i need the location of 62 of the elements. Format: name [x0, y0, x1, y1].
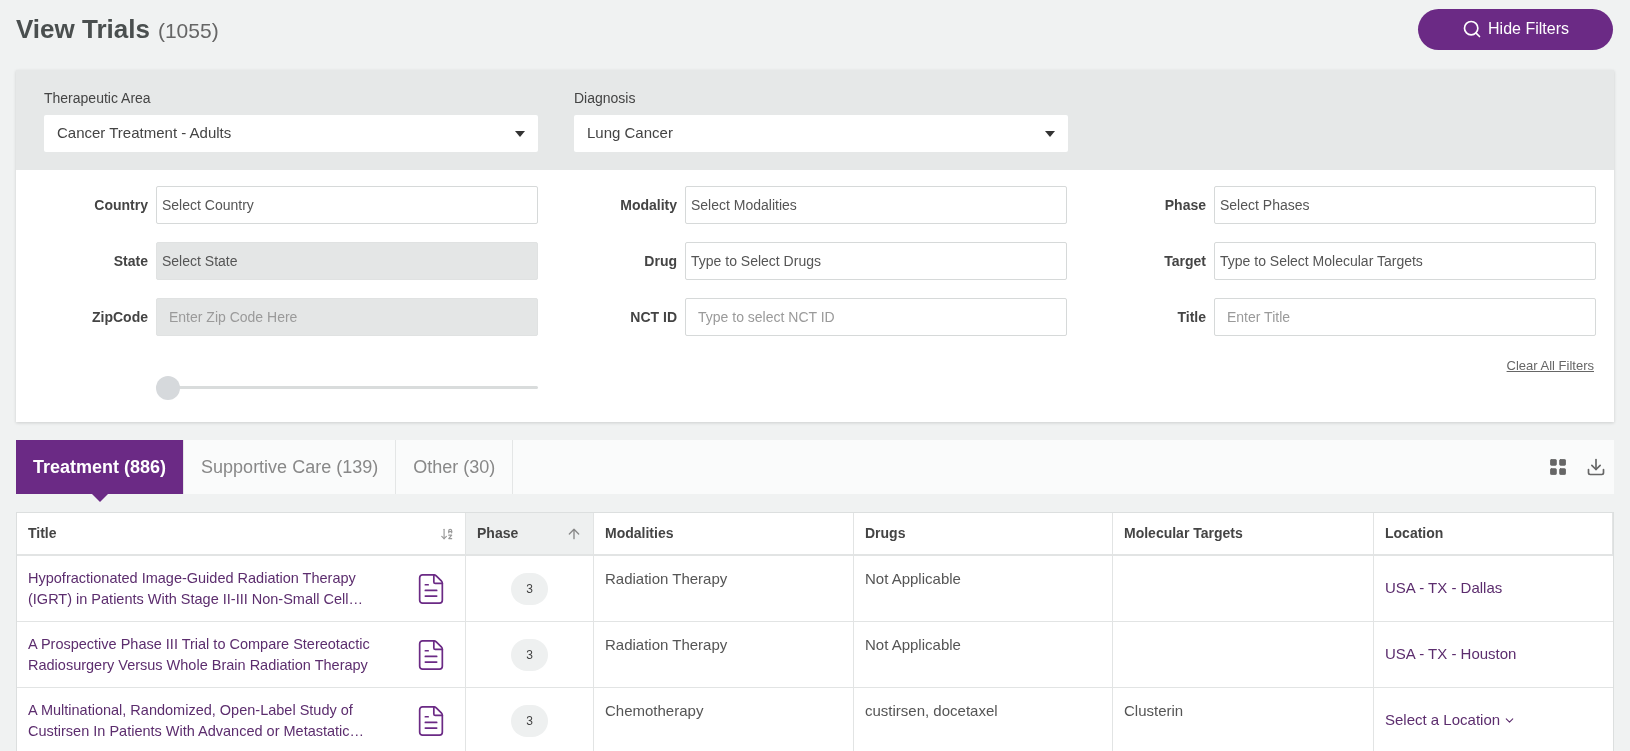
- caret-icon: [515, 130, 525, 137]
- field-label: Modality: [619, 195, 678, 215]
- column-title: Title: [28, 524, 57, 543]
- filter-field[interactable]: Select Phases: [1214, 186, 1596, 224]
- field-label: Title: [1176, 307, 1207, 327]
- field-label: ZipCode: [91, 307, 149, 327]
- filter-field[interactable]: Select Modalities: [685, 186, 1067, 224]
- field-label: Country: [93, 195, 149, 215]
- sort-az-icon[interactable]: [440, 526, 454, 541]
- location-link[interactable]: USA - TX - Dallas: [1385, 577, 1503, 600]
- column-title: Drugs: [865, 524, 906, 543]
- field-label: Drug: [643, 251, 678, 271]
- dropdown-field[interactable]: Cancer Treatment - Adults: [44, 115, 538, 152]
- trial-count: (1055): [157, 17, 219, 44]
- phase-badge: 3: [511, 572, 548, 605]
- search-icon: [1462, 19, 1483, 39]
- dropdown-field[interactable]: Lung Cancer: [574, 115, 1068, 152]
- table-cell: custirsen, docetaxel: [865, 702, 998, 719]
- field-label: State: [112, 251, 149, 271]
- table-cell: Not Applicable: [865, 636, 961, 653]
- column-header[interactable]: Location: [1374, 513, 1613, 554]
- filter-field[interactable]: Enter Title: [1214, 298, 1596, 336]
- location-dropdown[interactable]: Select a Location: [1385, 709, 1517, 732]
- column-header[interactable]: Molecular Targets: [1113, 513, 1374, 554]
- tab[interactable]: Supportive Care (139): [184, 440, 397, 494]
- table-cell: Not Applicable: [865, 570, 961, 587]
- trial-title-link[interactable]: A Multinational, Randomized, Open-Label Study of Custirsen In Patients With Advanced or Metastatic…: [28, 699, 400, 742]
- column-title: Location: [1385, 524, 1444, 543]
- location-link[interactable]: USA - TX - Houston: [1385, 643, 1517, 666]
- column-header[interactable]: Phase: [466, 513, 594, 554]
- grid-view-icon[interactable]: [1548, 457, 1568, 477]
- filter-field[interactable]: Type to Select Molecular Targets: [1214, 242, 1596, 280]
- phase-badge: 3: [511, 704, 548, 737]
- tab[interactable]: Other (30): [396, 440, 514, 494]
- column-title: Molecular Targets: [1124, 524, 1243, 543]
- column-title: Modalities: [605, 524, 674, 543]
- column-header[interactable]: Drugs: [854, 513, 1113, 554]
- filter-label: Therapeutic Area: [44, 89, 152, 108]
- phase-badge: 3: [511, 638, 548, 671]
- filter-field[interactable]: Type to Select Drugs: [685, 242, 1067, 280]
- field-label: NCT ID: [629, 307, 678, 327]
- table-cell: Radiation Therapy: [605, 570, 728, 587]
- selected-tab-pointer: [92, 494, 108, 502]
- filter-field[interactable]: Select Country: [156, 186, 538, 224]
- hide-filters-button[interactable]: Hide Filters: [1418, 8, 1613, 50]
- filter-field[interactable]: Type to select NCT ID: [685, 298, 1067, 336]
- field-label: Target: [1163, 251, 1207, 271]
- slider-thumb[interactable]: [156, 376, 180, 400]
- caret-icon: [1045, 130, 1055, 137]
- trial-title-link[interactable]: Hypofractionated Image-Guided Radiation Therapy (IGRT) in Patients With Stage II-III Non-Small Cell…: [28, 567, 400, 610]
- filter-label: Diagnosis: [574, 89, 637, 108]
- trial-title-link[interactable]: A Prospective Phase III Trial to Compare Stereotactic Radiosurgery Versus Whole Brain Radiation Therapy: [28, 633, 400, 676]
- column-title: Phase: [477, 524, 519, 543]
- table-cell: Clusterin: [1124, 702, 1184, 719]
- download-icon[interactable]: [1586, 457, 1606, 477]
- table-cell: Radiation Therapy: [605, 636, 728, 653]
- page-title: View Trials: [16, 12, 150, 46]
- distance-slider[interactable]: [156, 376, 538, 400]
- clear-filters-link[interactable]: Clear All Filters: [1506, 356, 1594, 376]
- table-cell: Chemotherapy: [605, 702, 704, 719]
- column-header[interactable]: Modalities: [594, 513, 854, 554]
- field-label: Phase: [1163, 195, 1207, 215]
